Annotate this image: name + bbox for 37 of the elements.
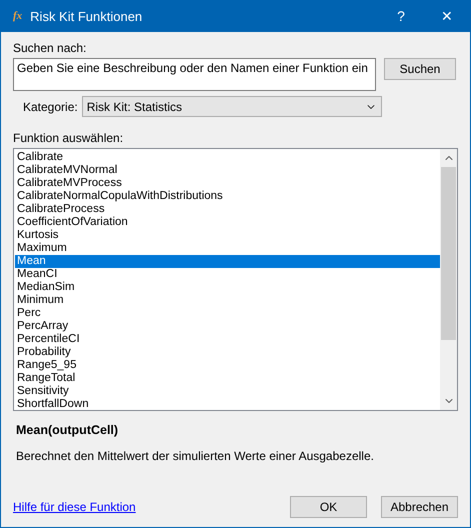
function-item[interactable]: CalibrateProcess: [15, 203, 440, 216]
function-item[interactable]: MedianSim: [15, 281, 440, 294]
function-item[interactable]: RangeTotal: [15, 372, 440, 385]
function-item[interactable]: PercArray: [15, 320, 440, 333]
dialog-button[interactable]: Abbrechen: [381, 496, 458, 518]
category-label: Kategorie:: [23, 98, 78, 116]
function-item[interactable]: PercentileCI: [15, 333, 440, 346]
list-label: Funktion auswählen:: [13, 131, 124, 146]
function-item[interactable]: CalibrateNormalCopulaWithDistributions: [15, 190, 440, 203]
function-item[interactable]: CalibrateMVProcess: [15, 177, 440, 190]
function-item[interactable]: CalibrateMVNormal: [15, 164, 440, 177]
window-title: Risk Kit Funktionen: [30, 8, 142, 26]
function-item[interactable]: Mean: [15, 255, 440, 268]
close-button[interactable]: ✕: [424, 1, 470, 32]
function-item[interactable]: Range5_95: [15, 359, 440, 372]
help-button[interactable]: ?: [378, 1, 424, 32]
app-icon: fx: [13, 8, 22, 25]
function-item[interactable]: Kurtosis: [15, 229, 440, 242]
search-field[interactable]: Geben Sie eine Beschreibung oder den Namen einer Funktion ein: [13, 58, 376, 91]
function-description: Berechnet den Mittelwert der simulierten Werte einer Ausgabezelle.: [16, 448, 375, 465]
scrollbar[interactable]: [440, 149, 457, 410]
scroll-thumb[interactable]: [441, 167, 456, 340]
function-item[interactable]: CoefficientOfVariation: [15, 216, 440, 229]
function-item[interactable]: ShortfallDown: [15, 398, 440, 410]
function-item[interactable]: Calibrate: [15, 151, 440, 164]
function-item[interactable]: MeanCI: [15, 268, 440, 281]
function-item[interactable]: Probability: [15, 346, 440, 359]
category-dropdown[interactable]: Risk Kit: Statistics: [82, 96, 382, 117]
dialog-button[interactable]: OK: [290, 496, 367, 518]
help-link[interactable]: Hilfe für diese Funktion: [13, 498, 136, 516]
function-item[interactable]: Perc: [15, 307, 440, 320]
function-signature: Mean(outputCell): [16, 422, 120, 439]
function-item[interactable]: Minimum: [15, 294, 440, 307]
search-label: Suchen nach:: [13, 41, 88, 56]
function-item[interactable]: Maximum: [15, 242, 440, 255]
function-item[interactable]: Sensitivity: [15, 385, 440, 398]
search-button[interactable]: Suchen: [384, 58, 456, 80]
